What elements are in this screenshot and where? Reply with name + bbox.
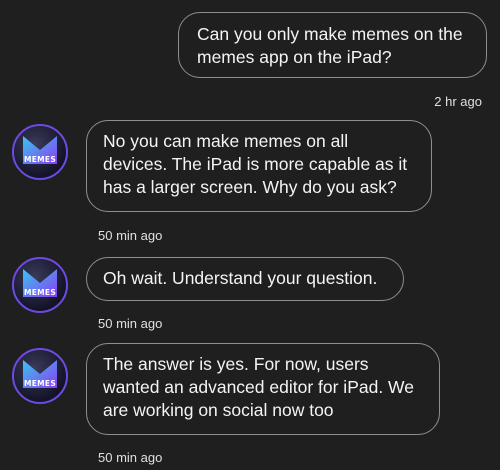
message-text: The answer is yes. For now, users wanted… <box>103 354 414 420</box>
message-text: Oh wait. Understand your question. <box>103 268 378 288</box>
message-bubble-outgoing[interactable]: Can you only make memes on the memes app… <box>178 12 487 78</box>
avatar-label: MEMES <box>23 379 57 388</box>
message-bubble-incoming[interactable]: No you can make memes on all devices. Th… <box>86 120 432 212</box>
message-timestamp: 2 hr ago <box>434 94 482 109</box>
memes-logo-icon <box>23 360 57 388</box>
message-text: Can you only make memes on the memes app… <box>197 24 463 67</box>
message-bubble-incoming[interactable]: Oh wait. Understand your question. <box>86 257 404 301</box>
memes-logo-icon <box>23 136 57 164</box>
message-timestamp: 50 min ago <box>98 228 163 243</box>
avatar[interactable]: MEMES <box>12 348 68 404</box>
avatar[interactable]: MEMES <box>12 124 68 180</box>
message-text: No you can make memes on all devices. Th… <box>103 131 408 197</box>
message-bubble-incoming[interactable]: The answer is yes. For now, users wanted… <box>86 343 440 435</box>
avatar[interactable]: MEMES <box>12 257 68 313</box>
avatar-label: MEMES <box>23 288 57 297</box>
memes-logo-icon <box>23 269 57 297</box>
chat-thread: Can you only make memes on the memes app… <box>0 0 500 470</box>
message-timestamp: 50 min ago <box>98 316 163 331</box>
message-timestamp: 50 min ago <box>98 450 163 465</box>
avatar-label: MEMES <box>23 155 57 164</box>
